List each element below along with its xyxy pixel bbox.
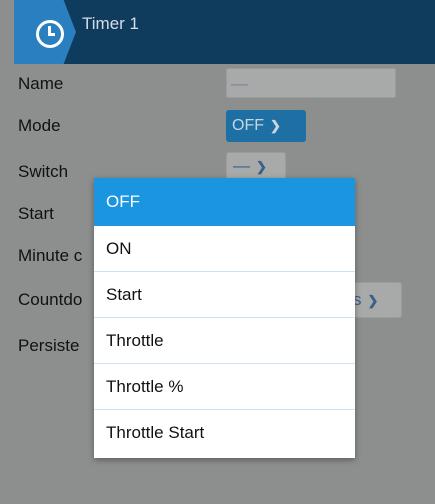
switch-select[interactable]: — ❯ — [226, 152, 286, 180]
timer-icon — [36, 20, 64, 48]
switch-value: — — [233, 156, 250, 175]
minute-call-label: Minute c — [18, 246, 83, 265]
header-bar — [14, 0, 435, 64]
switch-label: Switch — [18, 162, 69, 181]
name-label: Name — [18, 74, 64, 93]
chevron-down-icon: ❯ — [367, 293, 379, 308]
dropdown-option-on[interactable]: ON — [94, 226, 355, 272]
dropdown-option-off[interactable]: OFF — [94, 178, 355, 226]
countdown-label: Countdo — [18, 290, 83, 309]
dropdown-option-start[interactable]: Start — [94, 272, 355, 318]
chevron-down-icon: ❯ — [256, 159, 267, 174]
mode-value: OFF — [232, 117, 264, 134]
start-label: Start — [18, 204, 54, 223]
mode-label: Mode — [18, 116, 61, 135]
dropdown-option-throttle[interactable]: Throttle — [94, 318, 355, 364]
header-icon-tab[interactable] — [14, 0, 76, 64]
chevron-down-icon: ❯ — [270, 118, 281, 133]
name-field[interactable]: — — [226, 68, 396, 98]
page-title: Timer 1 — [82, 14, 139, 33]
dropdown-option-throttle-percent[interactable]: Throttle % — [94, 364, 355, 410]
persistent-label: Persiste — [18, 336, 80, 355]
mode-dropdown-menu: OFF ON Start Throttle Throttle % Throttl… — [94, 178, 355, 458]
mode-select[interactable]: OFF ❯ — [226, 110, 306, 142]
dropdown-option-throttle-start[interactable]: Throttle Start — [94, 410, 355, 456]
